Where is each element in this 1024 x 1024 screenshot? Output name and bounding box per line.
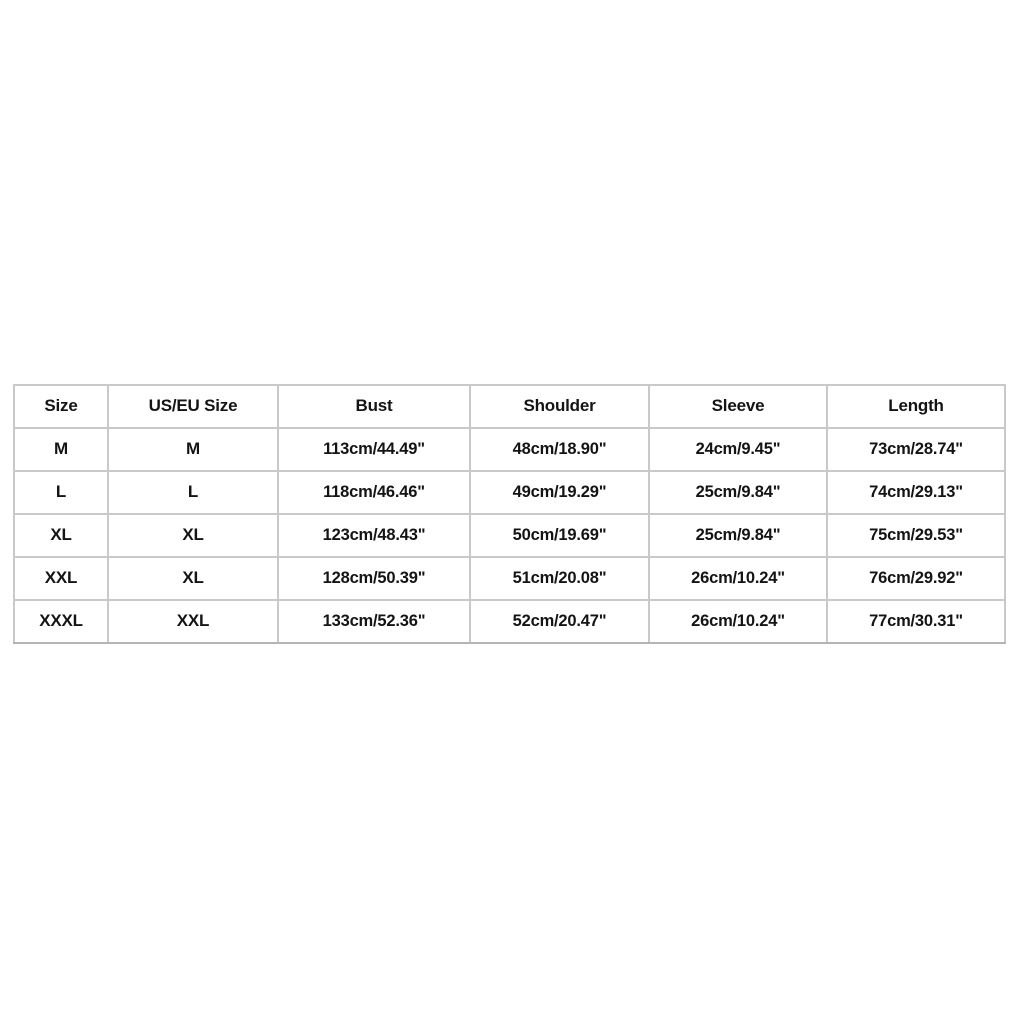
column-header-sleeve: Sleeve bbox=[648, 384, 828, 429]
cell-size: XL bbox=[13, 513, 109, 558]
table-row: XXL XL 128cm/50.39" 51cm/20.08" 26cm/10.… bbox=[13, 556, 1006, 601]
cell-sleeve: 25cm/9.84" bbox=[648, 513, 828, 558]
cell-bust: 123cm/48.43" bbox=[277, 513, 471, 558]
size-chart-container: Size US/EU Size Bust Shoulder Sleeve Len… bbox=[13, 384, 1006, 644]
cell-size: XXL bbox=[13, 556, 109, 601]
cell-shoulder: 52cm/20.47" bbox=[469, 599, 650, 644]
cell-shoulder: 51cm/20.08" bbox=[469, 556, 650, 601]
cell-size: L bbox=[13, 470, 109, 515]
column-header-bust: Bust bbox=[277, 384, 471, 429]
garment-size-chart-table: Size US/EU Size Bust Shoulder Sleeve Len… bbox=[13, 384, 1006, 644]
cell-bust: 128cm/50.39" bbox=[277, 556, 471, 601]
cell-shoulder: 49cm/19.29" bbox=[469, 470, 650, 515]
cell-size: XXXL bbox=[13, 599, 109, 644]
cell-us-eu-size: XL bbox=[107, 556, 279, 601]
cell-us-eu-size: M bbox=[107, 427, 279, 472]
table-header-row: Size US/EU Size Bust Shoulder Sleeve Len… bbox=[13, 384, 1006, 429]
table-row: M M 113cm/44.49" 48cm/18.90" 24cm/9.45" … bbox=[13, 427, 1006, 472]
cell-sleeve: 25cm/9.84" bbox=[648, 470, 828, 515]
cell-bust: 118cm/46.46" bbox=[277, 470, 471, 515]
cell-us-eu-size: L bbox=[107, 470, 279, 515]
table-row: L L 118cm/46.46" 49cm/19.29" 25cm/9.84" … bbox=[13, 470, 1006, 515]
cell-us-eu-size: XL bbox=[107, 513, 279, 558]
column-header-us-eu-size: US/EU Size bbox=[107, 384, 279, 429]
cell-shoulder: 48cm/18.90" bbox=[469, 427, 650, 472]
cell-length: 75cm/29.53" bbox=[826, 513, 1006, 558]
cell-size: M bbox=[13, 427, 109, 472]
table-body: M M 113cm/44.49" 48cm/18.90" 24cm/9.45" … bbox=[13, 427, 1006, 644]
cell-us-eu-size: XXL bbox=[107, 599, 279, 644]
cell-sleeve: 26cm/10.24" bbox=[648, 556, 828, 601]
cell-length: 77cm/30.31" bbox=[826, 599, 1006, 644]
column-header-size: Size bbox=[13, 384, 109, 429]
column-header-shoulder: Shoulder bbox=[469, 384, 650, 429]
table-row: XXXL XXL 133cm/52.36" 52cm/20.47" 26cm/1… bbox=[13, 599, 1006, 644]
cell-shoulder: 50cm/19.69" bbox=[469, 513, 650, 558]
cell-sleeve: 26cm/10.24" bbox=[648, 599, 828, 644]
column-header-length: Length bbox=[826, 384, 1006, 429]
cell-length: 76cm/29.92" bbox=[826, 556, 1006, 601]
cell-length: 73cm/28.74" bbox=[826, 427, 1006, 472]
cell-bust: 113cm/44.49" bbox=[277, 427, 471, 472]
cell-bust: 133cm/52.36" bbox=[277, 599, 471, 644]
table-header: Size US/EU Size Bust Shoulder Sleeve Len… bbox=[13, 384, 1006, 429]
table-row: XL XL 123cm/48.43" 50cm/19.69" 25cm/9.84… bbox=[13, 513, 1006, 558]
cell-sleeve: 24cm/9.45" bbox=[648, 427, 828, 472]
cell-length: 74cm/29.13" bbox=[826, 470, 1006, 515]
